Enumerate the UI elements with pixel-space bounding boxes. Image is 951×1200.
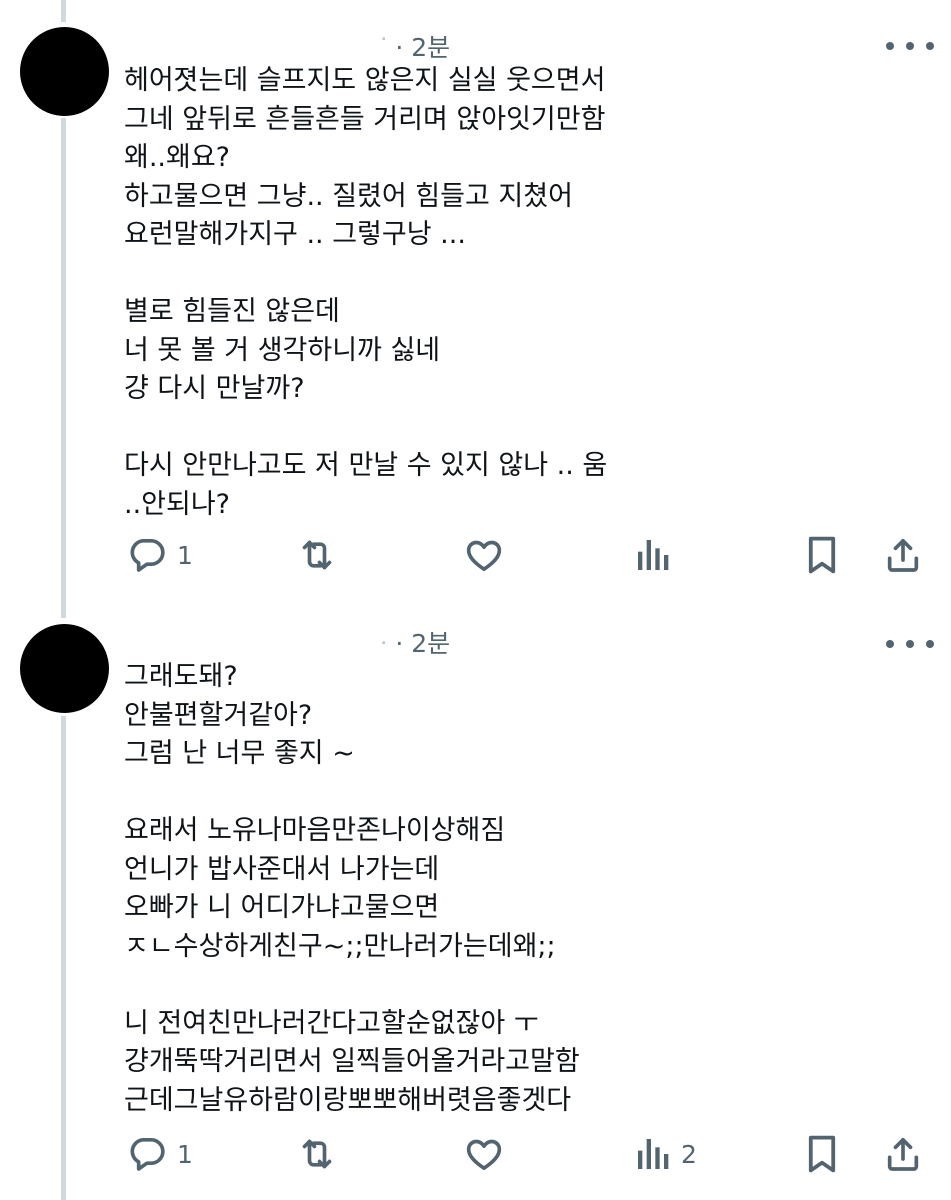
tweet[interactable]: ᐧ · 2분 그래도돼? 안불편할거같아? 그럼 난 너무 좋지 ~ 요래서 노유나… [0, 600, 951, 1200]
reply-icon [130, 539, 165, 572]
like-button[interactable] [463, 1132, 505, 1176]
share-button[interactable] [883, 533, 923, 577]
tweet-text-line [124, 774, 580, 813]
share-button[interactable] [883, 1132, 923, 1176]
tweet-text-line [124, 409, 607, 448]
share-icon [887, 1138, 919, 1171]
bookmark-icon [808, 1135, 836, 1173]
avatar[interactable] [20, 27, 109, 116]
tweet-text-line: 오빠가 니 어디가냐고물으면 [124, 892, 440, 923]
reply-count: 1 [177, 540, 193, 570]
tweet-timestamp[interactable]: 2분 [411, 629, 450, 658]
tweet-text-line: 요런말해가지구 .. 그렇구낭 ... [124, 219, 466, 250]
bookmark-icon [808, 536, 836, 574]
tweet-actions: 1 2 [0, 1132, 951, 1176]
retweet-button[interactable] [296, 533, 338, 577]
tweet-text-line: 언니가 밥사준대서 나가는데 [124, 853, 440, 885]
tweet-text-line: 그럼 난 너무 좋지 ~ [124, 738, 355, 769]
tweet-text-line: 요래서 노유나마음만존나이상해짐 [124, 815, 506, 846]
reply-count: 1 [177, 1139, 193, 1169]
tweet-text-line [124, 966, 580, 1005]
tweet-text-line: 걍개뚝딱거리면서 일찍들어올거라고말함 [124, 1046, 580, 1077]
tweet-meta: ᐧ · 2분 [380, 624, 450, 660]
tweet-meta: ᐝ · 2분 [380, 28, 450, 64]
views-icon [638, 1139, 669, 1169]
tweet-text-line: 왜..왜요? [124, 142, 231, 173]
retweet-icon [302, 1139, 332, 1169]
more-icon[interactable] [886, 40, 934, 52]
like-icon [466, 540, 502, 571]
meta-separator: · [387, 629, 412, 658]
tweet[interactable]: ᐝ · 2분 헤어졋는데 슬프지도 않은지 실실 웃으면서그네 앞뒤로 흔들흔들… [0, 0, 951, 600]
reply-button[interactable]: 1 [127, 1132, 193, 1176]
tweet-text-line: 근데그날유하람이랑뽀뽀해버렷음좋겟다 [124, 1084, 572, 1116]
reply-button[interactable]: 1 [127, 533, 193, 577]
views-button[interactable]: 2 [635, 1132, 697, 1176]
reply-icon [130, 1138, 165, 1171]
avatar[interactable] [20, 624, 109, 713]
tweet-text-line [124, 255, 607, 294]
tweet-text-line: 안불편할거같아? [124, 699, 313, 731]
retweet-button[interactable] [296, 1132, 338, 1176]
share-icon [887, 539, 919, 572]
tweet-text-line: 그래도돼? [124, 661, 238, 692]
retweet-icon [302, 540, 332, 570]
tweet-text-line: 니 전여친만나러간다고할순없잖아 ㅜ [124, 1007, 539, 1039]
tweet-text-line: 다시 안만나고도 저 만날 수 있지 않나 .. 움 [124, 450, 608, 481]
like-button[interactable] [463, 533, 505, 577]
like-icon [466, 1139, 502, 1170]
tweet-text-line: 걍 다시 만날까? [124, 373, 305, 404]
tweet-text-line: 별로 힘들진 않은데 [124, 296, 340, 327]
views-icon [638, 540, 669, 570]
more-icon[interactable] [886, 638, 934, 650]
tweet-text-line: 너 못 볼 거 생각하니까 싫네 [124, 334, 441, 366]
tweet-text-line: 그네 앞뒤로 흔들흔들 거리며 앉아잇기만함 [124, 103, 606, 135]
tweet-actions: 1 [0, 533, 951, 577]
tweet-text-line: 헤어졋는데 슬프지도 않은지 실실 웃으면서 [124, 65, 606, 96]
views-button[interactable] [635, 533, 681, 577]
meta-separator: · [387, 33, 412, 62]
tweet-text: 헤어졋는데 슬프지도 않은지 실실 웃으면서그네 앞뒤로 흔들흔들 거리며 앉아… [124, 62, 607, 524]
views-count: 2 [681, 1139, 697, 1169]
tweet-text-line: ..안되나? [124, 488, 231, 520]
tweet-text: 그래도돼? 안불편할거같아? 그럼 난 너무 좋지 ~ 요래서 노유나마음만존나이상… [124, 658, 580, 1120]
tweet-text-line: ㅈㄴ수상하게친구~;;만나러가는데왜;; [124, 930, 556, 962]
bookmark-button[interactable] [803, 1132, 841, 1176]
bookmark-button[interactable] [803, 533, 841, 577]
tweet-text-line: 하고물으면 그냥.. 질렸어 힘들고 지쳤어 [124, 180, 573, 212]
tweet-timestamp[interactable]: 2분 [411, 33, 450, 62]
